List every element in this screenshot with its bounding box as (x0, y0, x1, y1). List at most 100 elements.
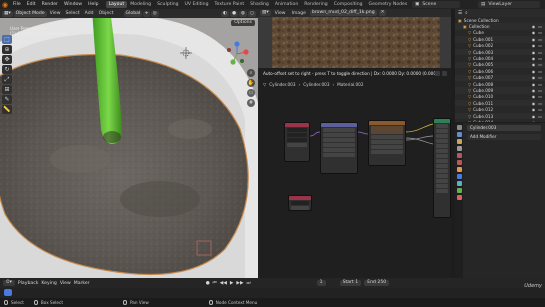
cursor-icon[interactable]: ⊕ (2, 45, 12, 54)
add-modifier-button[interactable]: Add Modifier (467, 134, 541, 140)
menu-add[interactable]: Add (83, 11, 96, 16)
tab-compositing[interactable]: Compositing (331, 1, 366, 8)
visibility-eye-icon[interactable]: ◉ (532, 120, 536, 122)
menu-select[interactable]: Select (64, 11, 82, 16)
image-name-field[interactable]: brown_mud_02_diff_1k.png (309, 10, 377, 16)
physics-tab-icon[interactable] (456, 188, 462, 193)
play-icon[interactable]: ▶ (230, 281, 234, 286)
select-box-icon[interactable]: ⬚ (2, 35, 12, 44)
jump-start-icon[interactable]: ⏮ (213, 280, 217, 286)
visibility-eye-icon[interactable]: ◉ (532, 43, 536, 48)
jump-end-icon[interactable]: ⏭ (246, 280, 250, 286)
rotate-icon[interactable]: ↻ (2, 65, 12, 74)
render-camera-icon[interactable]: ▭ (538, 94, 542, 99)
prev-key-icon[interactable]: ◀◀ (220, 281, 227, 286)
tab-uv-editing[interactable]: UV Editing (182, 1, 212, 8)
view-layer-tab-icon[interactable] (456, 146, 462, 151)
render-camera-icon[interactable]: ▭ (538, 120, 542, 122)
render-camera-icon[interactable]: ▭ (538, 88, 542, 93)
visibility-eye-icon[interactable]: ◉ (532, 30, 536, 35)
visibility-eye-icon[interactable]: ◉ (532, 101, 536, 106)
tab-shading[interactable]: Shading (247, 1, 272, 8)
tab-animation[interactable]: Animation (272, 1, 301, 8)
view-layer-selector[interactable]: ▤ ViewLayer (478, 1, 540, 8)
visibility-eye-icon[interactable]: ◉ (532, 94, 536, 99)
render-camera-icon[interactable]: ▭ (538, 114, 542, 119)
scene-tab-icon[interactable] (456, 153, 462, 158)
proportional-icon[interactable]: ◎ (150, 10, 159, 17)
image-editor[interactable]: ▧▾ View Image brown_mud_02_diff_1k.png ✕ (258, 9, 451, 68)
tab-texture-paint[interactable]: Texture Paint (212, 1, 248, 8)
render-camera-icon[interactable]: ▭ (538, 56, 542, 61)
outliner[interactable]: ☰ ⌕ ▣ Scene Collection ▣ Collection ◉ ▭ ▽ Cube ◉… (455, 9, 545, 122)
render-camera-icon[interactable]: ▭ (538, 43, 542, 48)
tab-modeling[interactable]: Modeling (127, 1, 154, 8)
visibility-eye-icon[interactable]: ◉ (532, 107, 536, 112)
editor-type-icon[interactable]: ▦▾ (2, 10, 13, 17)
outliner-type-icon[interactable]: ☰ (458, 11, 462, 16)
next-key-icon[interactable]: ▶▶ (236, 281, 243, 286)
scale-icon[interactable]: ⤢ (2, 75, 12, 84)
timeline-type-icon[interactable]: ⏱▾ (3, 280, 15, 286)
playhead[interactable] (4, 289, 12, 296)
menu-edit[interactable]: Edit (24, 2, 39, 7)
menu-view[interactable]: View (60, 281, 71, 286)
render-tab-icon[interactable] (456, 132, 462, 137)
image-texture-node[interactable] (368, 120, 406, 166)
camera-icon[interactable]: ▭ (247, 89, 255, 97)
render-camera-icon[interactable]: ▭ (538, 69, 542, 74)
visibility-eye-icon[interactable]: ◉ (532, 62, 536, 67)
tab-sculpting[interactable]: Sculpting (154, 1, 181, 8)
properties-editor[interactable]: Cylinder.003 Add Modifier (455, 123, 545, 278)
navigation-gizmo[interactable] (224, 41, 250, 67)
move-icon[interactable]: ✥ (2, 55, 12, 64)
transform-icon[interactable]: ⊞ (2, 85, 12, 94)
object-tab-icon[interactable] (456, 167, 462, 172)
visibility-eye-icon[interactable]: ◉ (532, 75, 536, 80)
menu-marker[interactable]: Marker (74, 281, 90, 286)
shading-solid-icon[interactable]: ● (229, 10, 238, 17)
tab-rendering[interactable]: Rendering (301, 1, 330, 8)
object-name-field[interactable]: Cylinder.003 (467, 125, 541, 131)
render-camera-icon[interactable]: ▭ (538, 101, 542, 106)
modifier-wrench-icon[interactable] (456, 174, 462, 179)
tool-tab-icon[interactable] (456, 125, 462, 130)
render-camera-icon[interactable]: ▭ (538, 24, 542, 29)
scene-selector[interactable]: ▣ Scene (412, 1, 460, 8)
visibility-eye-icon[interactable]: ◉ (532, 37, 536, 42)
outliner-search-icon[interactable]: ⌕ (465, 10, 468, 16)
material-tab-icon[interactable] (456, 195, 462, 200)
visibility-eye-icon[interactable]: ◉ (532, 50, 536, 55)
output-node[interactable] (288, 195, 312, 211)
zoom-icon[interactable]: ⌕ (247, 69, 255, 77)
visibility-eye-icon[interactable]: ◉ (532, 114, 536, 119)
transform-orientation-dropdown[interactable]: Global (123, 10, 143, 17)
visibility-eye-icon[interactable]: ◉ (532, 24, 536, 29)
menu-help[interactable]: Help (85, 2, 101, 7)
render-camera-icon[interactable]: ▭ (538, 62, 542, 67)
pan-hand-icon[interactable]: ✋ (247, 79, 255, 87)
blender-logo-icon[interactable]: ◉ (0, 0, 10, 9)
menu-window[interactable]: Window (61, 2, 85, 7)
particles-tab-icon[interactable] (456, 181, 462, 186)
shader-node-editor[interactable]: Auto-offset set to right - press T to to… (258, 68, 451, 278)
shading-rendered-icon[interactable]: ○ (247, 10, 256, 17)
world-tab-icon[interactable] (456, 160, 462, 165)
tab-layout[interactable]: Layout (105, 1, 128, 8)
frame-start-field[interactable]: Start 1 (339, 280, 362, 286)
render-camera-icon[interactable]: ▭ (538, 30, 542, 35)
menu-object[interactable]: Object (97, 11, 116, 16)
menu-render[interactable]: Render (39, 2, 61, 7)
menu-file[interactable]: File (10, 2, 24, 7)
menu-image[interactable]: Image (290, 11, 308, 16)
outliner-item[interactable]: ▽Cube.014 ◉▭ (455, 119, 545, 122)
texture-coordinate-node[interactable] (284, 122, 310, 162)
render-camera-icon[interactable]: ▭ (538, 82, 542, 87)
menu-keying[interactable]: Keying (41, 281, 56, 286)
object-mode-dropdown[interactable]: Object Mode (13, 10, 47, 17)
record-icon[interactable]: ● (206, 281, 210, 286)
mapping-node[interactable] (320, 122, 358, 174)
render-camera-icon[interactable]: ▭ (538, 107, 542, 112)
visibility-eye-icon[interactable]: ◉ (532, 56, 536, 61)
frame-end-field[interactable]: End 250 (364, 280, 390, 286)
